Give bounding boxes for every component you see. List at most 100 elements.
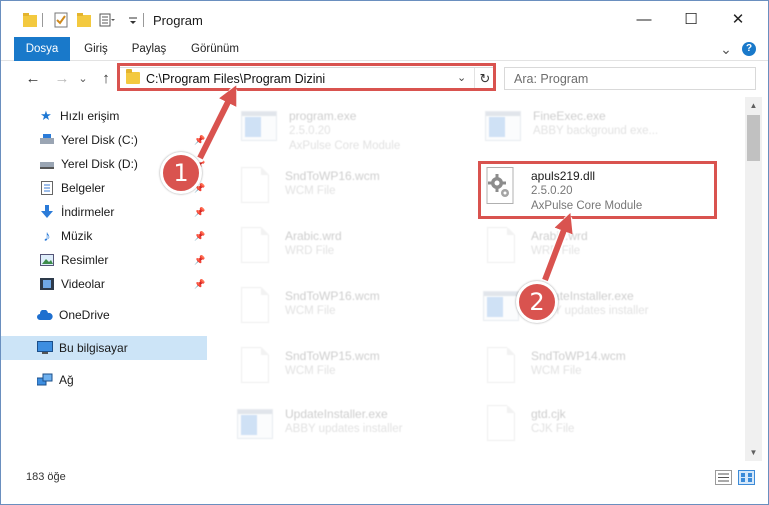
callout-badge-2: 2 — [516, 281, 558, 323]
customize-toolbar-icon[interactable] — [99, 12, 115, 28]
videos-icon — [39, 276, 55, 292]
file-detail: WCM File — [285, 185, 336, 197]
file-item[interactable]: FineExec.exe ABBY background exe... — [485, 107, 725, 157]
scroll-thumb[interactable] — [747, 115, 760, 161]
document-icon — [237, 227, 273, 271]
tab-home[interactable]: Giriş — [79, 37, 113, 61]
file-detail: 2.5.0.20 — [289, 125, 331, 137]
document-icon — [483, 405, 519, 449]
file-detail: AxPulse Core Module — [289, 140, 401, 152]
file-name: SndToWP14.wcm — [531, 349, 626, 363]
chevron-down-icon[interactable] — [128, 12, 138, 28]
sidebar-item-label: OneDrive — [59, 308, 110, 322]
sidebar-item-network[interactable]: Ağ — [1, 368, 207, 392]
file-item[interactable]: SndToWP16.wcm WCM File — [237, 287, 477, 337]
folder-icon[interactable] — [23, 12, 37, 28]
minimize-button[interactable]: — — [621, 1, 667, 37]
file-item[interactable]: SndToWP16.wcm WCM File — [237, 167, 477, 217]
up-button[interactable]: ↑ — [97, 69, 115, 87]
title-separator — [143, 13, 144, 27]
file-detail: WRD File — [531, 245, 581, 257]
sidebar-item-downloads[interactable]: İndirmeler 📌 — [1, 200, 207, 224]
tab-share[interactable]: Paylaş — [126, 37, 172, 61]
scroll-down-icon[interactable]: ▼ — [745, 444, 762, 461]
refresh-button[interactable]: ↻ — [474, 68, 495, 89]
music-icon: ♪ — [43, 227, 51, 245]
back-button[interactable]: ← — [24, 69, 42, 87]
file-name: Arabic.wrd — [285, 229, 342, 243]
sidebar-item-music[interactable]: ♪ Müzik 📌 — [1, 224, 207, 248]
document-icon — [483, 227, 519, 271]
details-view-icon[interactable] — [715, 470, 732, 485]
vertical-scrollbar[interactable]: ▲ ▼ — [745, 97, 762, 461]
file-item[interactable]: Arabic.wrd WRD File — [483, 227, 723, 277]
close-button[interactable]: ✕ — [715, 1, 761, 37]
pin-icon[interactable]: 📌 — [194, 207, 205, 218]
large-icons-view-icon[interactable] — [738, 470, 755, 485]
address-bar[interactable]: C:\Program Files\Program Dizini ⌄ ↻ — [119, 67, 495, 90]
file-detail: WCM File — [531, 365, 582, 377]
maximize-button[interactable]: ☐ — [668, 1, 714, 37]
file-item-apuls219-dll[interactable]: apuls219.dll 2.5.0.20 AxPulse Core Modul… — [483, 167, 723, 217]
network-icon — [37, 372, 53, 388]
sidebar-item-label: Yerel Disk (D:) — [61, 157, 138, 171]
help-icon[interactable]: ? — [742, 42, 756, 56]
sidebar-item-this-pc[interactable]: Bu bilgisayar — [1, 336, 207, 360]
drive-icon — [39, 132, 55, 148]
sidebar-item-pictures[interactable]: Resimler 📌 — [1, 248, 207, 272]
file-detail: CJK File — [531, 423, 575, 435]
pin-icon[interactable]: 📌 — [194, 135, 205, 146]
sidebar-item-disk-c[interactable]: Yerel Disk (C:) 📌 — [1, 128, 207, 152]
file-detail: WCM File — [285, 365, 336, 377]
pictures-icon — [39, 252, 55, 268]
document-icon — [237, 167, 273, 211]
download-icon — [39, 204, 55, 220]
pin-icon[interactable]: 📌 — [194, 279, 205, 290]
callout-badge-1: 1 — [160, 152, 202, 194]
drive-icon — [39, 156, 55, 172]
file-name: SndToWP16.wcm — [285, 169, 380, 183]
tab-view[interactable]: Görünüm — [187, 37, 243, 61]
file-name: program.exe — [289, 109, 357, 123]
pin-icon[interactable]: 📌 — [194, 231, 205, 242]
sidebar-item-quick-access[interactable]: ★ Hızlı erişim — [1, 104, 207, 128]
sidebar-item-label: İndirmeler — [61, 205, 115, 219]
file-name: apuls219.dll — [531, 169, 596, 183]
address-dropdown-icon[interactable]: ⌄ — [457, 71, 466, 84]
sidebar-item-label: Bu bilgisayar — [59, 341, 128, 355]
file-item[interactable]: program.exe 2.5.0.20 AxPulse Core Module — [241, 107, 481, 157]
application-icon — [485, 107, 521, 151]
file-item[interactable]: gtd.cjk CJK File — [483, 405, 723, 455]
recent-locations-button[interactable]: ⌄ — [77, 69, 89, 87]
file-item[interactable]: UpdateInstaller.exe ABBY updates install… — [237, 405, 477, 455]
file-detail: ABBY background exe... — [533, 125, 659, 137]
star-icon: ★ — [40, 108, 52, 123]
pin-icon[interactable]: 📌 — [194, 255, 205, 266]
sidebar-item-label: Videolar — [61, 277, 105, 291]
item-count: 183 öğe — [26, 471, 66, 483]
new-folder-icon[interactable] — [77, 12, 91, 28]
sidebar-item-onedrive[interactable]: OneDrive — [1, 303, 207, 327]
file-name: gtd.cjk — [531, 407, 566, 421]
file-item[interactable]: SndToWP15.wcm WCM File — [237, 347, 477, 397]
search-placeholder: Ara: Program — [514, 72, 589, 86]
document-icon — [483, 347, 519, 391]
file-item[interactable]: SndToWP14.wcm WCM File — [483, 347, 723, 397]
file-detail: ABBY updates installer — [285, 423, 403, 435]
file-name: SndToWP16.wcm — [285, 289, 380, 303]
forward-button[interactable]: → — [53, 69, 71, 87]
application-icon — [483, 287, 519, 331]
documents-icon — [39, 180, 55, 196]
close-icon: ✕ — [731, 11, 745, 28]
address-path: C:\Program Files\Program Dizini — [146, 72, 326, 86]
application-icon — [241, 107, 277, 151]
file-item[interactable]: Arabic.wrd WRD File — [237, 227, 477, 277]
scroll-up-icon[interactable]: ▲ — [745, 97, 762, 114]
file-name: Arabic.wrd — [531, 229, 588, 243]
ribbon-expand-icon[interactable]: ⌄ — [719, 37, 733, 61]
sidebar-item-videos[interactable]: Videolar 📌 — [1, 272, 207, 296]
dll-gear-icon — [483, 167, 519, 211]
search-box[interactable]: Ara: Program — [504, 67, 756, 90]
properties-icon[interactable] — [54, 12, 68, 28]
window-title: Program — [153, 13, 203, 28]
